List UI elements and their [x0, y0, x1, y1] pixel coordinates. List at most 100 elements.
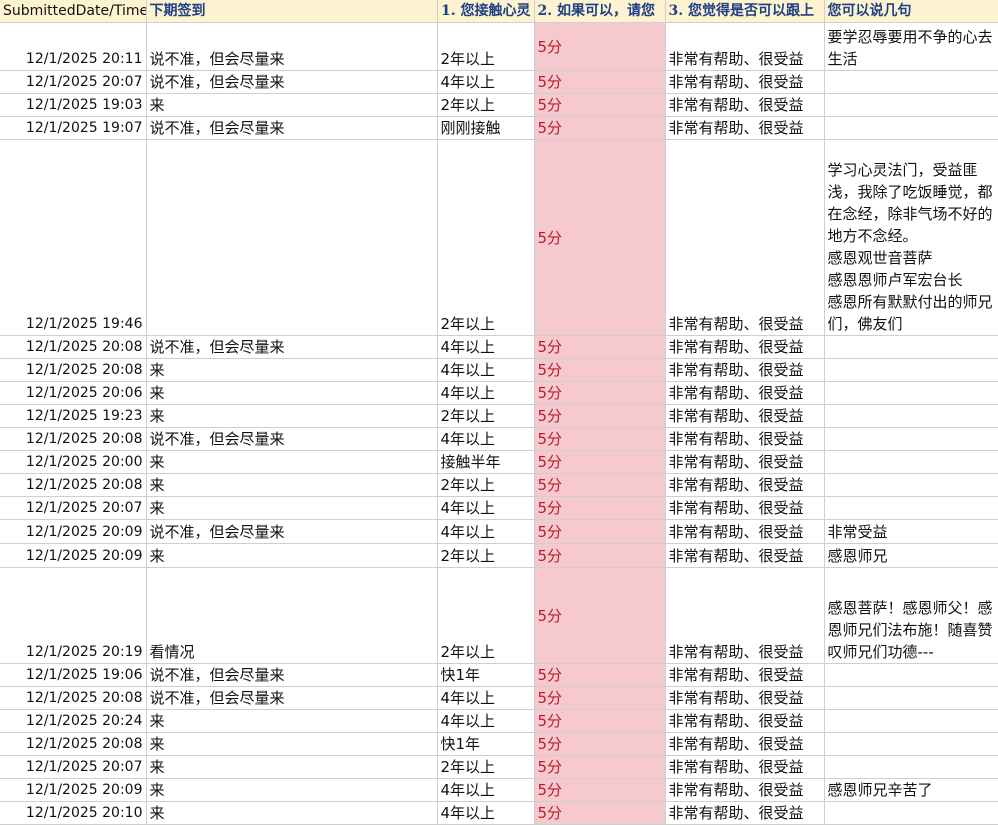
cell-signin[interactable]: 来	[146, 93, 438, 117]
cell-q4-comment[interactable]	[824, 473, 998, 497]
cell-signin[interactable]: 来	[146, 404, 438, 428]
cell-date[interactable]: 12/1/2025 20:06	[0, 381, 147, 405]
cell-date[interactable]: 12/1/2025 20:09	[0, 519, 147, 544]
header-q1[interactable]: 1. 您接触心灵	[437, 0, 535, 23]
header-date[interactable]: SubmittedDate/Time	[0, 0, 147, 23]
cell-q1[interactable]: 2年以上	[437, 567, 535, 664]
cell-q2-score[interactable]: 5分	[534, 381, 666, 405]
cell-q4-comment[interactable]	[824, 427, 998, 451]
cell-q4-comment[interactable]: 感恩师兄	[824, 543, 998, 568]
cell-date[interactable]: 12/1/2025 20:08	[0, 686, 147, 710]
cell-signin[interactable]: 说不准，但会尽量来	[146, 519, 438, 544]
cell-q3[interactable]: 非常有帮助、很受益	[665, 335, 825, 359]
cell-date[interactable]: 12/1/2025 20:00	[0, 450, 147, 474]
cell-q2-score[interactable]: 5分	[534, 427, 666, 451]
cell-q4-comment[interactable]: 感恩菩萨！感恩师父！感恩师兄们法布施！随喜赞叹师兄们功德---	[824, 567, 998, 664]
cell-q1[interactable]: 2年以上	[437, 755, 535, 779]
cell-date[interactable]: 12/1/2025 20:08	[0, 427, 147, 451]
cell-q2-score[interactable]: 5分	[534, 519, 666, 544]
cell-q3[interactable]: 非常有帮助、很受益	[665, 450, 825, 474]
cell-date[interactable]: 12/1/2025 19:06	[0, 663, 147, 687]
cell-q3[interactable]: 非常有帮助、很受益	[665, 139, 825, 336]
cell-q1[interactable]: 接触半年	[437, 450, 535, 474]
cell-q2-score[interactable]: 5分	[534, 543, 666, 568]
cell-q2-score[interactable]: 5分	[534, 496, 666, 520]
cell-q3[interactable]: 非常有帮助、很受益	[665, 427, 825, 451]
cell-signin[interactable]: 说不准，但会尽量来	[146, 427, 438, 451]
cell-q1[interactable]: 4年以上	[437, 778, 535, 802]
cell-q2-score[interactable]: 5分	[534, 335, 666, 359]
cell-q1[interactable]: 4年以上	[437, 381, 535, 405]
cell-q2-score[interactable]: 5分	[534, 93, 666, 117]
cell-q4-comment[interactable]	[824, 93, 998, 117]
cell-q3[interactable]: 非常有帮助、很受益	[665, 663, 825, 687]
cell-q1[interactable]: 4年以上	[437, 358, 535, 382]
cell-signin[interactable]: 来	[146, 473, 438, 497]
cell-date[interactable]: 12/1/2025 20:19	[0, 567, 147, 664]
cell-q2-score[interactable]: 5分	[534, 22, 666, 71]
cell-signin[interactable]: 说不准，但会尽量来	[146, 686, 438, 710]
cell-q3[interactable]: 非常有帮助、很受益	[665, 358, 825, 382]
cell-signin[interactable]: 来	[146, 381, 438, 405]
cell-q1[interactable]: 快1年	[437, 663, 535, 687]
header-q2[interactable]: 2. 如果可以，请您	[534, 0, 666, 23]
cell-signin[interactable]: 说不准，但会尽量来	[146, 70, 438, 94]
cell-q3[interactable]: 非常有帮助、很受益	[665, 93, 825, 117]
cell-signin[interactable]: 来	[146, 709, 438, 733]
cell-q1[interactable]: 2年以上	[437, 404, 535, 428]
cell-date[interactable]: 12/1/2025 20:11	[0, 22, 147, 71]
cell-q1[interactable]: 快1年	[437, 732, 535, 756]
cell-q4-comment[interactable]: 非常受益	[824, 519, 998, 544]
cell-q3[interactable]: 非常有帮助、很受益	[665, 709, 825, 733]
cell-q1[interactable]: 2年以上	[437, 473, 535, 497]
cell-q1[interactable]: 4年以上	[437, 519, 535, 544]
cell-q3[interactable]: 非常有帮助、很受益	[665, 519, 825, 544]
cell-q1[interactable]: 2年以上	[437, 543, 535, 568]
cell-q3[interactable]: 非常有帮助、很受益	[665, 496, 825, 520]
header-q4[interactable]: 您可以说几句	[824, 0, 998, 23]
cell-q2-score[interactable]: 5分	[534, 116, 666, 140]
cell-q2-score[interactable]: 5分	[534, 801, 666, 825]
cell-q2-score[interactable]: 5分	[534, 358, 666, 382]
cell-q2-score[interactable]: 5分	[534, 663, 666, 687]
cell-q3[interactable]: 非常有帮助、很受益	[665, 567, 825, 664]
cell-q3[interactable]: 非常有帮助、很受益	[665, 686, 825, 710]
header-signin[interactable]: 下期签到	[146, 0, 438, 23]
cell-q1[interactable]: 2年以上	[437, 22, 535, 71]
cell-signin[interactable]: 来	[146, 778, 438, 802]
cell-q3[interactable]: 非常有帮助、很受益	[665, 70, 825, 94]
cell-q1[interactable]: 4年以上	[437, 70, 535, 94]
cell-q1[interactable]: 4年以上	[437, 709, 535, 733]
cell-q2-score[interactable]: 5分	[534, 732, 666, 756]
cell-q2-score[interactable]: 5分	[534, 404, 666, 428]
cell-date[interactable]: 12/1/2025 20:09	[0, 543, 147, 568]
cell-signin[interactable]: 看情况	[146, 567, 438, 664]
cell-q1[interactable]: 4年以上	[437, 427, 535, 451]
cell-q3[interactable]: 非常有帮助、很受益	[665, 778, 825, 802]
cell-date[interactable]: 12/1/2025 20:08	[0, 732, 147, 756]
cell-q3[interactable]: 非常有帮助、很受益	[665, 801, 825, 825]
cell-q4-comment[interactable]	[824, 755, 998, 779]
cell-q4-comment[interactable]: 要学忍辱要用不争的心去生活	[824, 22, 998, 71]
cell-date[interactable]: 12/1/2025 20:08	[0, 358, 147, 382]
cell-q3[interactable]: 非常有帮助、很受益	[665, 755, 825, 779]
cell-q2-score[interactable]: 5分	[534, 686, 666, 710]
cell-q4-comment[interactable]	[824, 450, 998, 474]
cell-date[interactable]: 12/1/2025 20:08	[0, 473, 147, 497]
cell-date[interactable]: 12/1/2025 20:24	[0, 709, 147, 733]
cell-q4-comment[interactable]	[824, 709, 998, 733]
cell-q2-score[interactable]: 5分	[534, 473, 666, 497]
cell-signin[interactable]: 说不准，但会尽量来	[146, 663, 438, 687]
cell-q2-score[interactable]: 5分	[534, 450, 666, 474]
cell-q4-comment[interactable]	[824, 663, 998, 687]
cell-q2-score[interactable]: 5分	[534, 139, 666, 336]
cell-q3[interactable]: 非常有帮助、很受益	[665, 732, 825, 756]
cell-q4-comment[interactable]	[824, 801, 998, 825]
cell-q1[interactable]: 4年以上	[437, 335, 535, 359]
cell-date[interactable]: 12/1/2025 19:07	[0, 116, 147, 140]
cell-q4-comment[interactable]	[824, 335, 998, 359]
cell-q4-comment[interactable]	[824, 496, 998, 520]
cell-q4-comment[interactable]	[824, 381, 998, 405]
cell-signin[interactable]: 来	[146, 732, 438, 756]
cell-date[interactable]: 12/1/2025 19:03	[0, 93, 147, 117]
